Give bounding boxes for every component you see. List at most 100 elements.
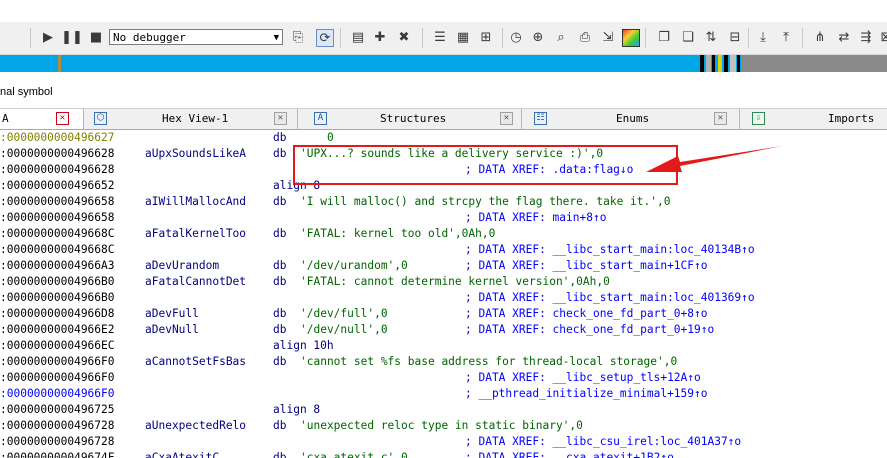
- row-address: :00000000004966E2: [0, 323, 115, 336]
- close-icon[interactable]: ✕: [56, 112, 69, 125]
- row-address: :00000000004966F0: [0, 355, 115, 368]
- pause-icon[interactable]: ❚❚: [61, 29, 83, 45]
- play-icon[interactable]: ▶: [40, 29, 56, 45]
- toolbar-separator: [340, 28, 341, 48]
- breakpoint-remove-icon[interactable]: ✖: [396, 29, 412, 45]
- nav-segment: [724, 55, 728, 72]
- nav-segment: [718, 55, 722, 72]
- annotation-arrow-shape: [646, 146, 782, 172]
- toolbar-separator: [645, 28, 646, 48]
- struct-delete-icon[interactable]: ⊟: [727, 29, 743, 45]
- attach-icon[interactable]: ⎘: [290, 29, 306, 45]
- row-comment[interactable]: ; DATA XREF: check_one_fd_part_0+19↑o: [465, 322, 714, 338]
- export-icon[interactable]: ⇲: [600, 29, 616, 45]
- hierarchy-icon[interactable]: ⋔: [812, 29, 828, 45]
- annotation-arrow: [646, 146, 782, 172]
- row-comment[interactable]: ; DATA XREF: __libc_start_main:loc_40134…: [465, 242, 755, 258]
- more-icon[interactable]: ⊠: [878, 29, 887, 45]
- row-mnemonic: db: [273, 259, 287, 272]
- close-icon[interactable]: ✕: [500, 112, 513, 125]
- row-address: :000000000049674F: [0, 451, 115, 458]
- notes-icon[interactable]: ▤: [350, 29, 366, 45]
- structures-icon: A: [314, 112, 327, 125]
- toolbar-separator: [748, 28, 749, 48]
- chevron-down-icon[interactable]: ▼: [274, 30, 279, 46]
- row-comment[interactable]: ; DATA XREF: __libc_start_main:loc_40136…: [465, 290, 755, 306]
- tab-hex-view[interactable]: ⬡ Hex View-1 ✕: [84, 109, 298, 129]
- row-label[interactable]: aIWillMallocAnd: [145, 194, 246, 210]
- row-address: :000000000049668C: [0, 227, 115, 240]
- row-label[interactable]: aFatalCannotDet: [145, 274, 246, 290]
- row-address: :0000000000496658: [0, 195, 115, 208]
- row-label[interactable]: aUnexpectedRelo: [145, 418, 246, 434]
- struct-edit-icon[interactable]: ❏: [680, 29, 696, 45]
- row-label[interactable]: aCannotSetFsBas: [145, 354, 246, 370]
- refresh-icon[interactable]: ⟳: [316, 29, 334, 47]
- zoom-icon[interactable]: ⌕: [553, 29, 569, 45]
- row-label[interactable]: aCxaAtexitC: [145, 450, 219, 458]
- nav-marker: [58, 55, 61, 72]
- debugger-select[interactable]: No debugger ▼: [109, 29, 283, 45]
- download-icon[interactable]: ⤓: [755, 29, 771, 45]
- tab-imports[interactable]: ⇩ Imports: [740, 109, 887, 129]
- close-icon[interactable]: ✕: [274, 112, 287, 125]
- breakpoint-add-icon[interactable]: ✚: [372, 29, 388, 45]
- row-mnemonic: db: [273, 419, 287, 432]
- toolbar-separator: [422, 28, 423, 48]
- sort-icon[interactable]: ⇅: [703, 29, 719, 45]
- row-comment[interactable]: ; DATA XREF: __libc_csu_irel:loc_401A37↑…: [465, 434, 741, 450]
- xref-icon[interactable]: ⇄: [836, 29, 852, 45]
- table-icon[interactable]: ▦: [455, 29, 471, 45]
- clock-icon[interactable]: ◷: [508, 29, 524, 45]
- row-mnemonic: db: [273, 131, 287, 144]
- row-label[interactable]: aDevNull: [145, 322, 199, 338]
- row-comment[interactable]: ; DATA XREF: __cxa_atexit+1B2↑o: [465, 450, 674, 458]
- row-label[interactable]: aFatalKernelToo: [145, 226, 246, 242]
- flow-icon[interactable]: ⇶: [858, 29, 874, 45]
- row-address: :00000000004966B0: [0, 275, 115, 288]
- row-mnemonic: db: [273, 147, 287, 160]
- print-icon[interactable]: ⎙: [577, 29, 593, 45]
- list-icon[interactable]: ☰: [432, 29, 448, 45]
- row-operand: '/dev/null',0: [300, 323, 388, 336]
- color-palette-icon[interactable]: [622, 29, 640, 47]
- row-mnemonic: db: [273, 323, 287, 336]
- row-operand: 'cannot set %fs base address for thread-…: [300, 355, 678, 368]
- row-address: :00000000004966D8: [0, 307, 115, 320]
- stop-icon[interactable]: ■: [88, 29, 104, 45]
- nav-segment: [730, 55, 736, 72]
- row-mnemonic: db: [273, 195, 287, 208]
- row-label[interactable]: aDevFull: [145, 306, 199, 322]
- tab-bar: A ✕ ⬡ Hex View-1 ✕ A Structures ✕ ☷ Enum…: [0, 108, 887, 130]
- row-mnemonic: db: [273, 227, 287, 240]
- row-comment[interactable]: ; DATA XREF: __libc_start_main+1CF↑o: [465, 258, 707, 274]
- row-mnemonic: align 8: [273, 403, 321, 416]
- imports-icon: ⇩: [752, 112, 765, 125]
- toolbar-separator: [802, 28, 803, 48]
- target-icon[interactable]: ⊕: [530, 29, 546, 45]
- row-label[interactable]: aDevUrandom: [145, 258, 219, 274]
- nav-segment: [706, 55, 711, 72]
- row-comment[interactable]: ; __pthread_initialize_minimal+159↑o: [465, 386, 707, 402]
- tab-label: Structures: [380, 112, 447, 125]
- graph-icon[interactable]: ⊞: [478, 29, 494, 45]
- tab-structures[interactable]: A Structures ✕: [298, 109, 522, 129]
- nav-segment: [741, 55, 887, 72]
- row-comment[interactable]: ; DATA XREF: main+8↑o: [465, 210, 606, 226]
- nav-segment: [0, 55, 60, 72]
- tab-enums[interactable]: ☷ Enums ✕: [522, 109, 740, 129]
- symbol-legend: nal symbol: [0, 86, 53, 98]
- nav-segment: [700, 55, 704, 72]
- enums-icon: ☷: [534, 112, 547, 125]
- navigation-band[interactable]: [0, 55, 887, 72]
- row-address: :00000000004966A3: [0, 259, 115, 272]
- close-icon[interactable]: ✕: [714, 112, 727, 125]
- tab-ida-view[interactable]: A ✕: [0, 109, 84, 129]
- row-comment[interactable]: ; DATA XREF: check_one_fd_part_0+8↑o: [465, 306, 707, 322]
- struct-icon[interactable]: ❐: [656, 29, 672, 45]
- row-label[interactable]: aUpxSoundsLikeA: [145, 146, 246, 162]
- row-address: :0000000000496628: [0, 163, 115, 176]
- row-comment[interactable]: ; DATA XREF: __libc_setup_tls+12A↑o: [465, 370, 701, 386]
- upload-icon[interactable]: ⤒: [778, 29, 794, 45]
- tab-label: Hex View-1: [162, 112, 229, 125]
